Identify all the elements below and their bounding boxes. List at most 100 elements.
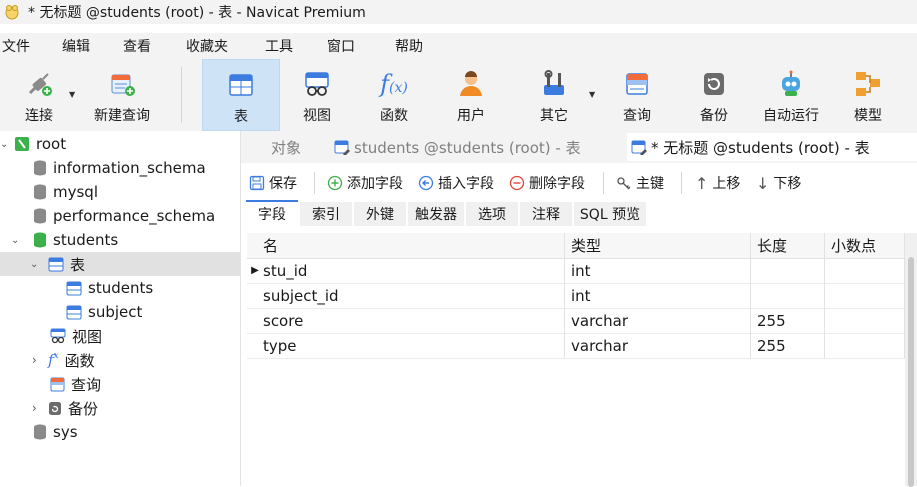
column-header-type[interactable]: 类型 <box>565 233 751 258</box>
field-type-cell[interactable]: varchar <box>565 308 751 333</box>
menu-file[interactable]: 文件 <box>2 36 30 56</box>
tab-foreign-keys[interactable]: 外键 <box>354 202 406 226</box>
tab-indexes[interactable]: 索引 <box>300 202 352 226</box>
field-name-cell[interactable]: subject_id <box>257 283 565 308</box>
column-header-name[interactable]: 名 <box>257 233 565 258</box>
chevron-down-icon[interactable]: ⌄ <box>0 139 14 150</box>
tree-node-views[interactable]: 视图 <box>50 324 102 348</box>
tree-node-backups[interactable]: › 备份 <box>32 396 98 420</box>
tab-sql-preview[interactable]: SQL 预览 <box>574 202 646 226</box>
function-label: 函数 <box>380 108 408 124</box>
backup-icon <box>697 67 731 101</box>
menu-favorites[interactable]: 收藏夹 <box>186 36 228 56</box>
tree-node-performance-schema[interactable]: performance_schema <box>33 204 215 228</box>
field-name-cell[interactable]: score <box>257 308 565 333</box>
user-button[interactable]: 用户 <box>436 59 506 129</box>
vertical-scrollbar[interactable] <box>905 233 917 487</box>
field-decimals-cell[interactable] <box>825 333 905 358</box>
delete-field-button[interactable]: 删除字段 <box>509 172 585 194</box>
column-header-length[interactable]: 长度 <box>751 233 825 258</box>
automation-button[interactable]: 自动运行 <box>756 59 826 129</box>
menu-tools[interactable]: 工具 <box>265 36 293 56</box>
menu-edit[interactable]: 编辑 <box>62 36 90 56</box>
tree-node-mysql[interactable]: mysql <box>33 180 98 204</box>
tab-objects[interactable]: 对象 <box>271 133 329 161</box>
database-icon <box>33 160 47 176</box>
tree-node-queries[interactable]: 查询 <box>50 372 101 396</box>
tree-node-sys[interactable]: sys <box>33 420 78 444</box>
move-up-label: 上移 <box>712 176 741 192</box>
field-decimals-cell[interactable] <box>825 283 905 308</box>
new-query-button[interactable]: 新建查询 <box>86 59 158 129</box>
field-decimals-cell[interactable] <box>825 308 905 333</box>
field-length-cell[interactable]: 255 <box>751 333 825 358</box>
menu-window[interactable]: 窗口 <box>327 36 355 56</box>
tree-node-tables[interactable]: ⌄ 表 <box>0 252 240 276</box>
tree-label: sys <box>53 423 78 441</box>
toolbar-separator <box>181 67 182 123</box>
table-label: 表 <box>234 109 248 125</box>
backup-button[interactable]: 备份 <box>679 59 749 129</box>
table-row[interactable]: score varchar 255 <box>247 308 905 334</box>
connect-button[interactable]: 连接 <box>4 59 74 129</box>
table-row[interactable]: type varchar 255 <box>247 333 905 359</box>
field-type-cell[interactable]: int <box>565 258 751 283</box>
main-toolbar: 连接 ▼ 新建查询 表 视图 f(x) 函数 用户 其它 ▼ 查询 备份 自动运… <box>0 59 917 131</box>
chevron-down-icon[interactable]: ⌄ <box>11 235 33 246</box>
chevron-right-icon[interactable]: › <box>32 353 48 367</box>
primary-key-button[interactable]: 主键 <box>616 172 664 194</box>
new-query-icon <box>105 67 139 101</box>
tree-label: 函数 <box>64 351 95 370</box>
document-tabs: 对象 students @students (root) - 表 * 无标题 @… <box>241 131 917 163</box>
field-type-cell[interactable]: varchar <box>565 333 751 358</box>
save-button[interactable]: 保存 <box>249 172 297 194</box>
tree-node-root[interactable]: ⌄ root <box>0 132 66 156</box>
field-type-cell[interactable]: int <box>565 283 751 308</box>
toolbar-separator <box>681 172 682 194</box>
database-icon <box>33 184 47 200</box>
add-field-button[interactable]: 添加字段 <box>327 172 403 194</box>
tree-node-information-schema[interactable]: information_schema <box>33 156 206 180</box>
menu-view[interactable]: 查看 <box>123 36 151 56</box>
table-button[interactable]: 表 <box>202 59 280 131</box>
move-up-button[interactable]: ↑ 上移 <box>695 172 740 194</box>
tree-node-table-students[interactable]: students <box>66 276 153 300</box>
add-circle-icon <box>327 175 343 191</box>
tab-students-table[interactable]: students @students (root) - 表 <box>330 133 630 161</box>
move-down-button[interactable]: ↓ 下移 <box>756 172 801 194</box>
field-decimals-cell[interactable] <box>825 258 905 283</box>
tab-fields[interactable]: 字段 <box>246 200 298 226</box>
tree-node-students-db[interactable]: ⌄ students <box>11 228 118 252</box>
table-row[interactable]: subject_id int <box>247 283 905 309</box>
scrollbar-thumb[interactable] <box>908 257 914 487</box>
model-icon <box>851 67 885 101</box>
add-field-label: 添加字段 <box>347 176 403 192</box>
chevron-right-icon[interactable]: › <box>32 401 48 415</box>
query-label: 查询 <box>623 108 651 124</box>
chevron-down-icon[interactable]: ⌄ <box>30 259 48 270</box>
insert-field-button[interactable]: 插入字段 <box>418 172 494 194</box>
tab-triggers[interactable]: 触发器 <box>408 202 464 226</box>
view-button[interactable]: 视图 <box>282 59 352 129</box>
grid-header: 名 类型 长度 小数点 <box>247 233 905 259</box>
query-button[interactable]: 查询 <box>602 59 672 129</box>
field-length-cell[interactable] <box>751 258 825 283</box>
field-name-cell[interactable]: type <box>257 333 565 358</box>
tab-comments[interactable]: 注释 <box>520 202 572 226</box>
other-button[interactable]: 其它 <box>519 59 589 129</box>
connect-dropdown-icon[interactable]: ▼ <box>69 90 75 99</box>
connection-icon <box>14 136 30 152</box>
column-header-decimals[interactable]: 小数点 <box>825 233 905 258</box>
function-button[interactable]: f(x) 函数 <box>359 59 429 129</box>
field-length-cell[interactable] <box>751 283 825 308</box>
field-name-cell[interactable]: stu_id <box>257 258 565 283</box>
tree-node-functions[interactable]: › fx 函数 <box>32 348 95 372</box>
table-row[interactable]: ▶ stu_id int <box>247 258 905 284</box>
model-button[interactable]: 模型 <box>833 59 903 129</box>
tab-untitled-table[interactable]: * 无标题 @students (root) - 表 <box>627 133 917 161</box>
tree-node-table-subject[interactable]: subject <box>66 300 142 324</box>
other-dropdown-icon[interactable]: ▼ <box>589 90 595 99</box>
menu-help[interactable]: 帮助 <box>395 36 423 56</box>
field-length-cell[interactable]: 255 <box>751 308 825 333</box>
tab-options[interactable]: 选项 <box>466 202 518 226</box>
